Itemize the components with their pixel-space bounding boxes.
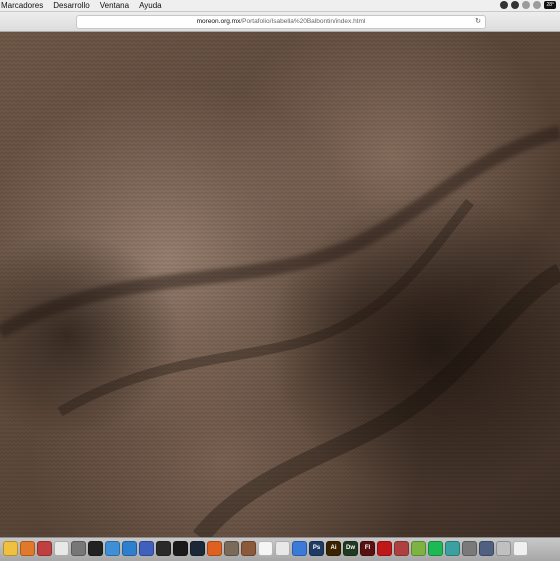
page-content: [0, 32, 560, 537]
launchpad-icon[interactable]: [20, 541, 35, 556]
finder-icon[interactable]: [3, 541, 18, 556]
status-circle-icon[interactable]: [522, 1, 531, 9]
app-icon[interactable]: [394, 541, 409, 556]
app-icon[interactable]: [462, 541, 477, 556]
reload-icon[interactable]: ↻: [475, 16, 481, 28]
status-tray: 28°: [500, 1, 556, 9]
browser-toolbar: moreon.org.mx/Portafolio/Isabella%20Balb…: [0, 12, 560, 32]
chart-icon[interactable]: [275, 541, 290, 556]
illustrator-icon[interactable]: Ai: [326, 541, 341, 556]
wifi-icon[interactable]: [533, 1, 542, 9]
app-icon[interactable]: [156, 541, 171, 556]
steam-icon[interactable]: [190, 541, 205, 556]
dreamweaver-icon[interactable]: Dw: [343, 541, 358, 556]
menu-ventana[interactable]: Ventana: [95, 0, 134, 11]
document-icon[interactable]: [513, 541, 528, 556]
dock: Ps Ai Dw Fl: [0, 537, 560, 561]
temperature-badge[interactable]: 28°: [544, 1, 556, 9]
terminal-icon[interactable]: [88, 541, 103, 556]
app-icon[interactable]: [224, 541, 239, 556]
fabric-background-image: [0, 32, 560, 537]
settings-icon[interactable]: [71, 541, 86, 556]
app-icon[interactable]: [479, 541, 494, 556]
console-icon[interactable]: [173, 541, 188, 556]
app-icon[interactable]: [241, 541, 256, 556]
spotify-icon[interactable]: [428, 541, 443, 556]
dock-icons: Ps Ai Dw Fl: [3, 541, 528, 556]
app-icon[interactable]: [445, 541, 460, 556]
photoshop-icon[interactable]: Ps: [309, 541, 324, 556]
menu-marcadores[interactable]: Marcadores: [0, 0, 48, 11]
dropbox-icon[interactable]: [511, 1, 520, 9]
document-icon[interactable]: [54, 541, 69, 556]
menu-ayuda[interactable]: Ayuda: [134, 0, 167, 11]
folder-icon[interactable]: [122, 541, 137, 556]
menu-desarrollo[interactable]: Desarrollo: [48, 0, 94, 11]
url-path: /Portafolio/Isabella%20Balbontin/index.h…: [240, 18, 366, 25]
app-icon[interactable]: [496, 541, 511, 556]
address-bar[interactable]: moreon.org.mx/Portafolio/Isabella%20Balb…: [76, 15, 486, 29]
app-icon[interactable]: [207, 541, 222, 556]
app-icon[interactable]: [139, 541, 154, 556]
filezilla-icon[interactable]: [377, 541, 392, 556]
folder-icon[interactable]: [105, 541, 120, 556]
url-host: moreon.org.mx: [196, 18, 241, 25]
status-app-icon[interactable]: [500, 1, 509, 9]
menu-bar: Marcadores Desarrollo Ventana Ayuda 28°: [0, 0, 560, 12]
flash-icon[interactable]: Fl: [360, 541, 375, 556]
document-icon[interactable]: [258, 541, 273, 556]
photo-icon[interactable]: [37, 541, 52, 556]
keynote-icon[interactable]: [292, 541, 307, 556]
android-icon[interactable]: [411, 541, 426, 556]
